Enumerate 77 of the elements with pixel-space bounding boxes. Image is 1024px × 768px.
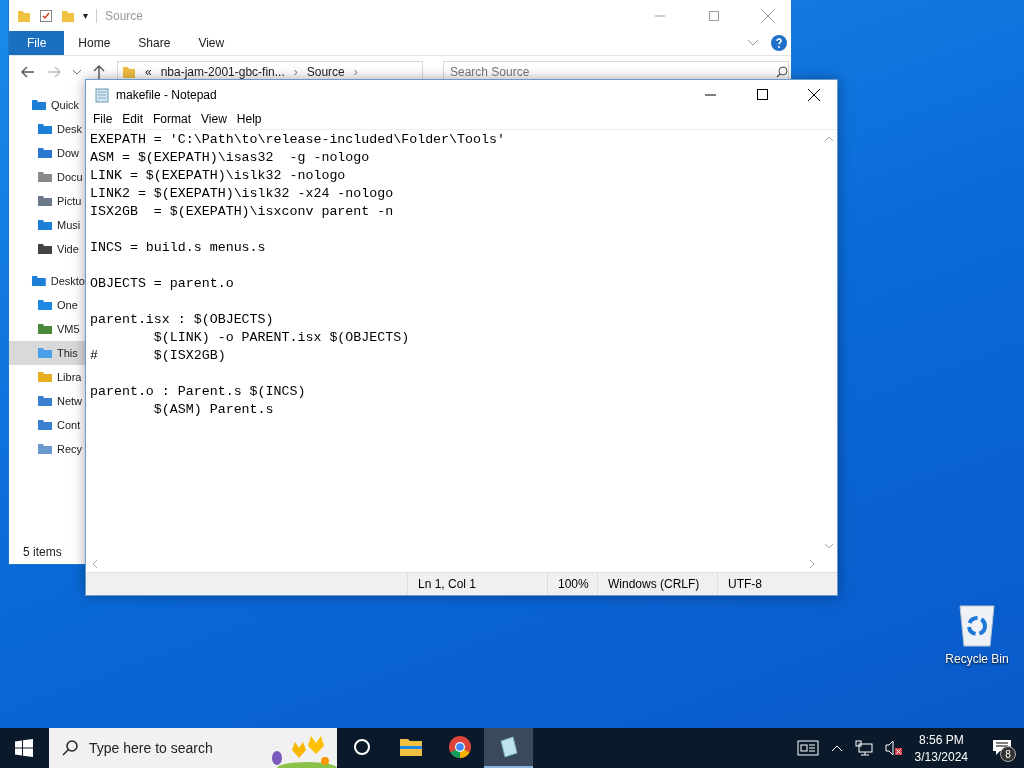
menu-item[interactable]: Edit [117,112,149,126]
help-icon[interactable] [771,35,787,51]
chevron-icon[interactable] [747,39,759,47]
navigation-item[interactable]: Deskto [9,269,85,293]
folder-icon [37,394,53,408]
folder-icon [37,194,53,208]
recent-dropdown-icon[interactable] [73,69,81,75]
navigation-item[interactable]: Desk [9,117,85,141]
status-field: 100% [547,573,597,595]
navigation-item[interactable]: Recy [9,437,85,461]
taskbar-app-button[interactable] [484,728,533,768]
circle-icon [352,738,371,756]
window-title: makefile - Notepad [116,87,217,102]
start-icon[interactable] [15,739,33,757]
folder-icon [37,218,53,232]
navigation-item[interactable]: Netw [9,389,85,413]
folder-icon [37,370,53,384]
folder-icon [37,418,53,432]
ribbon-tab[interactable]: Share [124,31,185,55]
folder-icon [37,346,53,360]
ribbon-tab[interactable]: File [9,31,65,55]
menu-item[interactable]: Format [148,112,197,126]
status-field: UTF-8 [717,573,837,595]
browser-icon [447,735,472,759]
folder-icon [398,737,423,757]
navigation-item[interactable]: One [9,293,85,317]
navigation-item[interactable]: Musi [9,213,85,237]
customize-dropdown[interactable]: ▾ [83,10,88,21]
menu-item[interactable]: Help [231,112,267,126]
ribbon-tab[interactable]: View [184,31,239,55]
menu-item[interactable]: View [196,112,232,126]
navigation-item[interactable]: Pictu [9,189,85,213]
folder-icon [37,122,53,136]
folder-icon [37,146,53,160]
folder-icon [37,322,53,336]
chevron-up-icon[interactable] [830,744,843,752]
folder-icon [37,242,53,256]
folder-icon [37,298,53,312]
clock-date[interactable]: 3/13/2024 [914,749,968,764]
search-icon [776,66,788,78]
properties-icon[interactable] [39,8,53,23]
menu-item[interactable]: File [88,112,118,126]
notepad-icon [94,86,110,103]
breadcrumb-separator[interactable]: › [293,65,298,79]
notification-count-badge: 8 [1000,746,1016,762]
status-field: Windows (CRLF) [597,573,717,595]
status-field: Ln 1, Col 1 [407,573,547,595]
folder-icon [31,98,47,112]
search-icon [61,739,79,757]
navigation-item[interactable]: Vide [9,237,85,261]
desktop-icon-label[interactable]: Recycle Bin [945,652,1009,666]
navigation-item[interactable]: This [9,341,85,365]
navigation-item[interactable]: VM5 [9,317,85,341]
navigation-item[interactable]: Cont [9,413,85,437]
breadcrumb-separator[interactable]: › [353,65,358,79]
navigation-item[interactable]: Dow [9,141,85,165]
network-icon[interactable] [854,740,873,756]
back-arrow-icon[interactable] [21,66,35,78]
taskbar-search-field[interactable]: Type here to search [49,728,337,768]
recycle-bin-icon[interactable] [957,602,997,648]
window-title: Source [96,8,144,23]
navigation-item[interactable]: Libra [9,365,85,389]
ribbon-tab[interactable]: Home [64,31,125,55]
news-icon[interactable] [796,740,819,756]
editor-text[interactable]: EXEPATH = 'C:\Path\to\release-included\Folder\Tools' ASM = $(EXEPATH)\isas32 -g -nologo LINK = $(EXEPATH)\islk32 -nologo LINK2 = $(EXEPATH)\islk32 -x24 -nologo ISX2GB = $(EXEPATH)\isxconv parent -n INCS = build.s menus.s OBJECTS = parent.o parent.isx : $(OBJECTS) $(LINK) -o PARENT.isx $(OBJECTS) # $(ISX2GB) parent.o : Parent.s $(INCS) $(ASM) Parent.s [86,130,820,555]
clock-time[interactable]: 8:56 PM [918,732,964,747]
folder-icon [37,442,53,456]
navigation-item[interactable]: Docu [9,165,85,189]
folder-icon [37,170,53,184]
folder-icon [31,274,47,288]
up-arrow-icon[interactable] [93,65,105,79]
breadcrumb[interactable]: nba-jam-2001-gbc-fin... [160,65,285,79]
muted-speaker-icon[interactable] [884,740,903,756]
item-count: 5 items [23,545,62,559]
breadcrumb[interactable]: Source [306,65,345,79]
navigation-item[interactable]: Quick [9,93,85,117]
address-prefix: « [145,65,152,79]
